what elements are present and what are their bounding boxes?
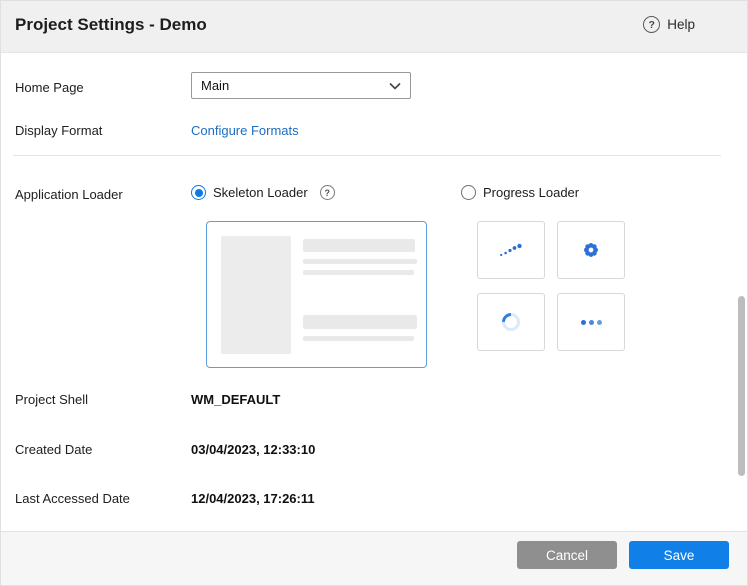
progress-loader-style-2[interactable] <box>557 221 625 279</box>
flower-spinner-icon <box>582 241 600 259</box>
home-page-label: Home Page <box>15 80 84 95</box>
progress-loader-style-1[interactable] <box>477 221 545 279</box>
save-button[interactable]: Save <box>629 541 729 569</box>
skeleton-loader-help-icon[interactable]: ? <box>320 185 335 200</box>
skeleton-loader-option-label: Skeleton Loader <box>213 185 308 200</box>
project-settings-page: Project Settings - Demo ? Help Home Page… <box>0 0 748 586</box>
help-button[interactable]: ? Help <box>643 16 695 33</box>
header: Project Settings - Demo ? Help <box>1 1 748 53</box>
created-date-label: Created Date <box>15 442 92 457</box>
progress-loader-option[interactable]: Progress Loader <box>461 185 579 200</box>
skeleton-loader-option[interactable]: Skeleton Loader ? <box>191 185 335 200</box>
dots-wave-spinner-icon <box>499 242 523 258</box>
skeleton-line <box>303 336 414 341</box>
progress-loader-style-3[interactable] <box>477 293 545 351</box>
display-format-label: Display Format <box>15 123 102 138</box>
project-shell-label: Project Shell <box>15 392 88 407</box>
last-accessed-date-label: Last Accessed Date <box>15 491 130 506</box>
divider <box>13 155 721 156</box>
footer: Cancel Save <box>1 531 748 586</box>
radio-dot <box>195 189 203 197</box>
skeleton-block <box>221 236 291 354</box>
skeleton-line <box>303 315 417 329</box>
page-title: Project Settings - Demo <box>15 15 207 35</box>
configure-formats-link[interactable]: Configure Formats <box>191 123 299 138</box>
skeleton-loader-radio <box>191 185 206 200</box>
skeleton-loader-preview <box>206 221 427 368</box>
home-page-select[interactable]: Main <box>191 72 411 99</box>
skeleton-line <box>303 270 414 275</box>
project-shell-value: WM_DEFAULT <box>191 392 280 407</box>
progress-loader-style-4[interactable] <box>557 293 625 351</box>
created-date-value: 03/04/2023, 12:33:10 <box>191 442 315 457</box>
three-dots-spinner-icon <box>581 320 602 325</box>
chevron-down-icon <box>389 82 401 90</box>
skeleton-line <box>303 239 415 252</box>
progress-loader-option-label: Progress Loader <box>483 185 579 200</box>
last-accessed-date-value: 12/04/2023, 17:26:11 <box>191 491 315 506</box>
home-page-selected-value: Main <box>201 78 229 93</box>
ring-spinner-icon <box>498 309 523 334</box>
help-icon: ? <box>643 16 660 33</box>
skeleton-line <box>303 259 417 264</box>
application-loader-label: Application Loader <box>15 187 123 202</box>
progress-loader-radio <box>461 185 476 200</box>
help-label: Help <box>667 17 695 32</box>
cancel-button[interactable]: Cancel <box>517 541 617 569</box>
scrollbar-thumb[interactable] <box>738 296 745 476</box>
